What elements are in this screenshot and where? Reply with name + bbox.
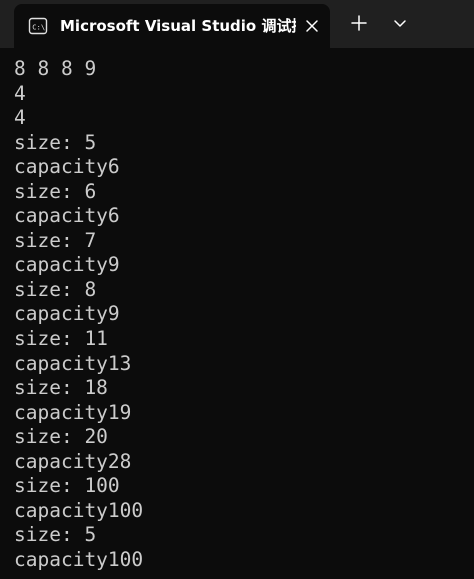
new-tab-plus-icon[interactable] <box>348 12 370 34</box>
console-line: size: 11 <box>14 327 108 351</box>
console-app-icon: C:\ <box>28 17 48 35</box>
tab-title: Microsoft Visual Studio 调试控 <box>60 17 296 35</box>
console-line: size: 100 <box>14 474 120 498</box>
console-line: capacity9 <box>14 253 120 277</box>
console-line: size: 7 <box>14 228 97 252</box>
console-output: 8 8 8 9 4 4 size: 5 capacity6 size: 6 ca… <box>14 57 470 572</box>
close-icon[interactable] <box>303 17 321 35</box>
svg-text:C:\: C:\ <box>32 23 45 32</box>
console-window: C:\ Microsoft Visual Studio 调试控 8 8 8 9 … <box>0 0 474 579</box>
console-line: capacity13 <box>14 351 132 375</box>
console-line: capacity28 <box>14 449 132 473</box>
tab-debug-console[interactable]: C:\ Microsoft Visual Studio 调试控 <box>14 4 330 48</box>
console-line: size: 18 <box>14 376 108 400</box>
chevron-down-icon[interactable] <box>390 13 410 33</box>
console-line: size: 5 <box>14 523 97 547</box>
title-bar: C:\ Microsoft Visual Studio 调试控 <box>0 0 474 48</box>
console-line: capacity6 <box>14 155 120 179</box>
console-line: capacity6 <box>14 204 120 228</box>
console-line: 8 8 8 9 <box>14 57 97 80</box>
console-line: 4 <box>14 81 26 105</box>
console-line: size: 20 <box>14 425 108 449</box>
console-line: capacity9 <box>14 302 120 326</box>
console-line: capacity100 <box>14 547 144 571</box>
console-line: capacity19 <box>14 400 132 424</box>
console-line: size: 5 <box>14 130 97 154</box>
console-line: size: 6 <box>14 179 97 203</box>
console-line: 4 <box>14 106 26 130</box>
console-line: capacity100 <box>14 498 144 522</box>
console-line: size: 8 <box>14 277 97 301</box>
